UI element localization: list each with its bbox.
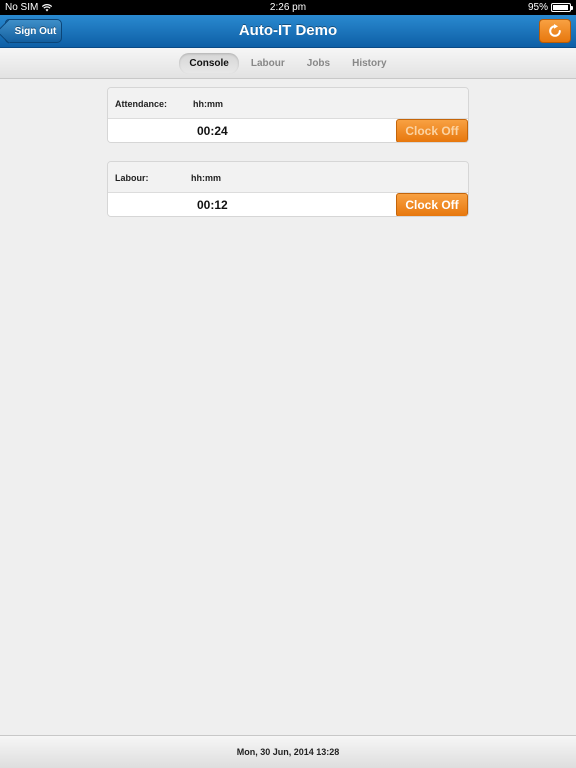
battery-icon: [551, 3, 573, 12]
segmented-tabs: Console Labour Jobs History: [0, 48, 576, 79]
status-time: 2:26 pm: [269, 2, 307, 13]
tab-history[interactable]: History: [342, 53, 396, 74]
tab-jobs[interactable]: Jobs: [297, 53, 340, 74]
attendance-card-body: 00:24 Clock Off: [108, 119, 468, 142]
navigation-bar: Sign Out Auto-IT Demo: [0, 15, 576, 48]
battery-fill: [553, 5, 569, 10]
refresh-button[interactable]: [539, 19, 571, 43]
labour-clock-off-button[interactable]: Clock Off: [396, 193, 468, 216]
attendance-unit: hh:mm: [193, 99, 223, 109]
footer-bar: Mon, 30 Jun, 2014 13:28: [0, 735, 576, 768]
attendance-card: Attendance: hh:mm 00:24 Clock Off: [107, 87, 469, 143]
labour-card: Labour: hh:mm 00:12 Clock Off: [107, 161, 469, 217]
page-title: Auto-IT Demo: [238, 22, 338, 39]
labour-time-value: 00:12: [197, 198, 228, 212]
labour-unit: hh:mm: [191, 173, 221, 183]
battery-percent: 95%: [527, 2, 548, 13]
status-bar: No SIM 2:26 pm 95%: [0, 0, 576, 15]
labour-card-header: Labour: hh:mm: [108, 162, 468, 193]
attendance-time-value: 00:24: [197, 124, 228, 138]
tab-console[interactable]: Console: [179, 52, 239, 74]
refresh-icon: [549, 24, 561, 37]
tab-labour[interactable]: Labour: [241, 53, 295, 74]
attendance-label: Attendance:: [115, 99, 168, 109]
attendance-clock-off-button[interactable]: Clock Off: [396, 119, 468, 142]
battery-status: 95%: [527, 2, 573, 13]
attendance-card-header: Attendance: hh:mm: [108, 88, 468, 119]
footer-datetime: Mon, 30 Jun, 2014 13:28: [236, 747, 340, 757]
labour-label: Labour:: [115, 173, 149, 183]
labour-card-body: 00:12 Clock Off: [108, 193, 468, 216]
sign-out-button[interactable]: Sign Out: [5, 19, 62, 43]
